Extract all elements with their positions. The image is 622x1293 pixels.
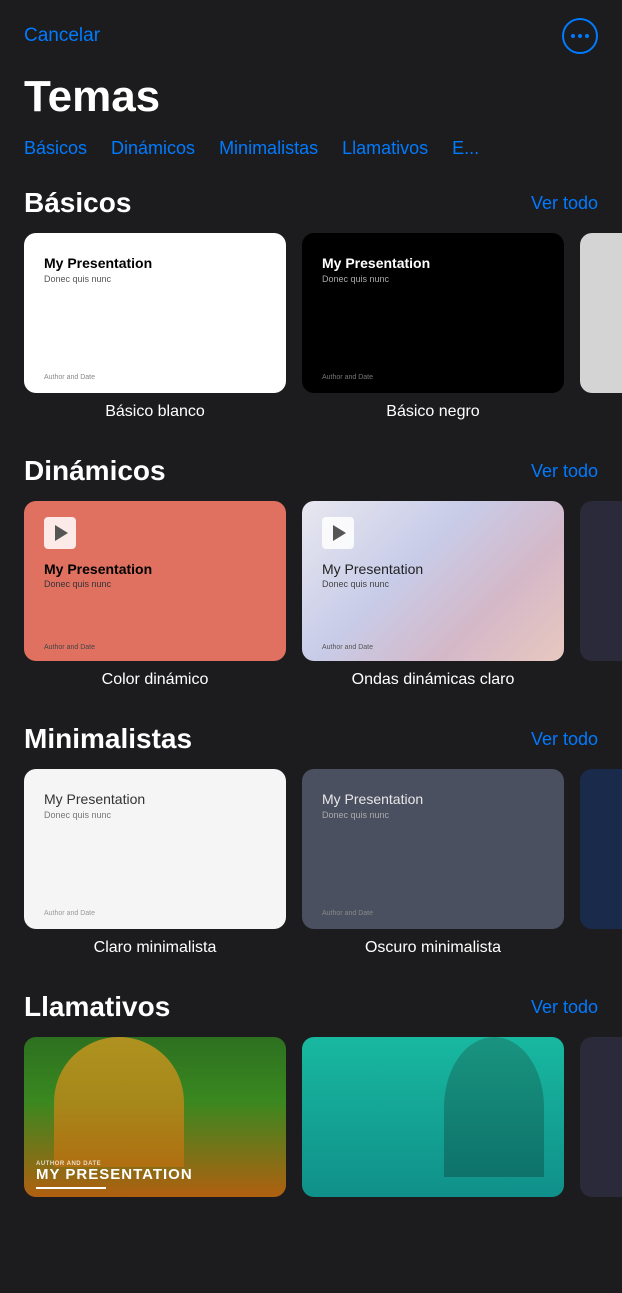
more-options-button[interactable] xyxy=(562,18,598,54)
header: Cancelar xyxy=(0,0,622,64)
template-dinamicos-partial[interactable] xyxy=(580,501,622,689)
template-llamativos-partial[interactable] xyxy=(580,1037,622,1197)
templates-row-llamativos: AUTHOR AND DATE MY PRESENTATION xyxy=(0,1037,622,1197)
thumbnail-basico-negro: My Presentation Donec quis nunc Author a… xyxy=(302,233,564,393)
template-basico-partial[interactable] xyxy=(580,233,622,421)
template-minimalistas-partial[interactable] xyxy=(580,769,622,957)
tab-minimalistas[interactable]: Minimalistas xyxy=(219,138,318,159)
thumbnail-oscuro-minimalista: My Presentation Donec quis nunc Author a… xyxy=(302,769,564,929)
templates-row-dinamicos: My Presentation Donec quis nunc Author a… xyxy=(0,501,622,689)
section-header-basicos: Básicos Ver todo xyxy=(0,177,622,233)
thumb-subtitle: Donec quis nunc xyxy=(44,274,266,284)
section-title-minimalistas: Minimalistas xyxy=(24,723,192,755)
template-label-basico-negro: Básico negro xyxy=(386,403,479,421)
thumbnail-color-dinamico: My Presentation Donec quis nunc Author a… xyxy=(24,501,286,661)
play-icon xyxy=(44,517,76,549)
thumbnail-basico-blanco: My Presentation Donec quis nunc Author a… xyxy=(24,233,286,393)
thumb-author: Author and Date xyxy=(44,644,95,651)
llamativo-title-text: MY PRESENTATION xyxy=(36,1167,274,1184)
templates-row-basicos: My Presentation Donec quis nunc Author a… xyxy=(0,233,622,421)
template-oscuro-minimalista[interactable]: My Presentation Donec quis nunc Author a… xyxy=(302,769,564,957)
thumbnail-partial-dark xyxy=(580,501,622,661)
templates-row-minimalistas: My Presentation Donec quis nunc Author a… xyxy=(0,769,622,957)
cancel-button[interactable]: Cancelar xyxy=(24,25,100,47)
template-color-dinamico[interactable]: My Presentation Donec quis nunc Author a… xyxy=(24,501,286,689)
see-all-minimalistas-button[interactable]: Ver todo xyxy=(531,729,598,750)
section-minimalistas: Minimalistas Ver todo My Presentation Do… xyxy=(0,713,622,981)
thumb-title: My Presentation xyxy=(44,255,266,271)
template-label-color-dinamico: Color dinámico xyxy=(102,671,209,689)
thumb-subtitle: Donec quis nunc xyxy=(322,579,544,589)
template-llamativo-2[interactable] xyxy=(302,1037,564,1197)
section-title-basicos: Básicos xyxy=(24,187,131,219)
template-llamativo-1[interactable]: AUTHOR AND DATE MY PRESENTATION xyxy=(24,1037,286,1197)
thumb-subtitle: Donec quis nunc xyxy=(322,810,544,820)
section-header-dinamicos: Dinámicos Ver todo xyxy=(0,445,622,501)
see-all-llamativos-button[interactable]: Ver todo xyxy=(531,997,598,1018)
thumb-author: Author and Date xyxy=(44,374,95,381)
template-label-ondas-dinamicas: Ondas dinámicas claro xyxy=(352,671,515,689)
tab-otros[interactable]: E... xyxy=(452,138,479,159)
thumbnail-llamativos-partial xyxy=(580,1037,622,1197)
thumb-title: My Presentation xyxy=(322,255,544,271)
section-basicos: Básicos Ver todo My Presentation Donec q… xyxy=(0,177,622,445)
thumb-author: Author and Date xyxy=(44,910,95,917)
template-claro-minimalista[interactable]: My Presentation Donec quis nunc Author a… xyxy=(24,769,286,957)
thumb-author: Author and Date xyxy=(322,910,373,917)
template-label-oscuro-minimalista: Oscuro minimalista xyxy=(365,939,501,957)
see-all-basicos-button[interactable]: Ver todo xyxy=(531,193,598,214)
thumb-title: My Presentation xyxy=(44,561,266,577)
play-triangle xyxy=(55,525,68,541)
thumbnail-partial xyxy=(580,233,622,393)
llamativo-bar xyxy=(36,1187,106,1189)
thumbnail-llamativo-1: AUTHOR AND DATE MY PRESENTATION xyxy=(24,1037,286,1197)
tab-llamativos[interactable]: Llamativos xyxy=(342,138,428,159)
thumb-title: My Presentation xyxy=(322,791,544,807)
thumb-author: Author and Date xyxy=(322,644,373,651)
thumbnail-partial-navy xyxy=(580,769,622,929)
page-title: Temas xyxy=(0,64,622,138)
template-ondas-dinamicas[interactable]: My Presentation Donec quis nunc Author a… xyxy=(302,501,564,689)
thumb-subtitle: Donec quis nunc xyxy=(322,274,544,284)
section-header-minimalistas: Minimalistas Ver todo xyxy=(0,713,622,769)
thumb-author: Author and Date xyxy=(322,374,373,381)
thumb-subtitle: Donec quis nunc xyxy=(44,810,266,820)
tab-bar: Básicos Dinámicos Minimalistas Llamativo… xyxy=(0,138,622,177)
thumbnail-claro-minimalista: My Presentation Donec quis nunc Author a… xyxy=(24,769,286,929)
play-triangle xyxy=(333,525,346,541)
see-all-dinamicos-button[interactable]: Ver todo xyxy=(531,461,598,482)
tab-dinamicos[interactable]: Dinámicos xyxy=(111,138,195,159)
thumbnail-ondas-dinamicas: My Presentation Donec quis nunc Author a… xyxy=(302,501,564,661)
play-icon xyxy=(322,517,354,549)
section-dinamicos: Dinámicos Ver todo My Presentation Donec… xyxy=(0,445,622,713)
ellipsis-icon xyxy=(571,34,589,38)
section-title-dinamicos: Dinámicos xyxy=(24,455,166,487)
section-title-llamativos: Llamativos xyxy=(24,991,170,1023)
thumbnail-llamativo-2 xyxy=(302,1037,564,1197)
template-label-claro-minimalista: Claro minimalista xyxy=(94,939,217,957)
template-basico-blanco[interactable]: My Presentation Donec quis nunc Author a… xyxy=(24,233,286,421)
thumb-title: My Presentation xyxy=(322,561,544,577)
section-llamativos: Llamativos Ver todo AUTHOR AND DATE MY P… xyxy=(0,981,622,1221)
thumb-subtitle: Donec quis nunc xyxy=(44,579,266,589)
section-header-llamativos: Llamativos Ver todo xyxy=(0,981,622,1037)
tab-basicos[interactable]: Básicos xyxy=(24,138,87,159)
template-label-basico-blanco: Básico blanco xyxy=(105,403,205,421)
template-basico-negro[interactable]: My Presentation Donec quis nunc Author a… xyxy=(302,233,564,421)
thumb-title: My Presentation xyxy=(44,791,266,807)
